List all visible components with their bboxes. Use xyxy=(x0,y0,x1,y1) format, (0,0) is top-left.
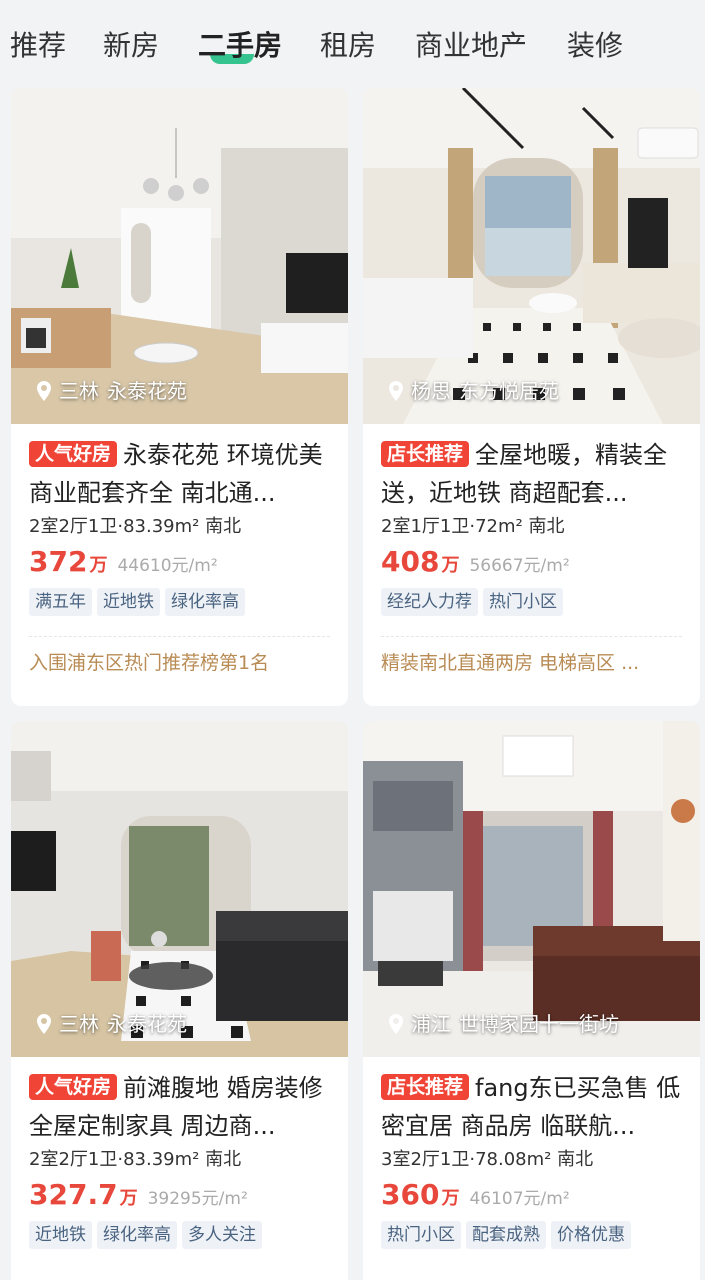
unit-price: 39295元/m² xyxy=(147,1189,248,1209)
total-price: 360 xyxy=(381,1178,440,1211)
listing-attributes: 2室1厅1卫·72m² 南北 xyxy=(381,516,565,537)
district-name: 三林 xyxy=(59,1012,99,1036)
location-pin-icon xyxy=(37,1014,51,1034)
tab-new-homes[interactable]: 新房 xyxy=(103,26,159,66)
price-row: 327.7 万 39295元/m² xyxy=(11,1175,348,1215)
tag: 热门小区 xyxy=(381,1221,461,1249)
listing-title: 人气好房 前滩腹地 婚房装修 全屋定制家具 周边商... xyxy=(11,1057,348,1145)
community-name: 世博家园十一街坊 xyxy=(459,1012,619,1036)
listing-photo[interactable]: 三林 永泰花苑 xyxy=(11,88,348,424)
listing-card[interactable]: 浦江 世博家园十一街坊 店长推荐 fang东已买急售 低密宜居 商品房 临联航..… xyxy=(363,721,700,1280)
district-name: 杨思 xyxy=(411,379,451,403)
listing-photo[interactable]: 三林 永泰花苑 xyxy=(11,721,348,1057)
listing-photo[interactable]: 杨思 东方悦居苑 xyxy=(363,88,700,424)
listing-card[interactable]: 三林 永泰花苑 人气好房 永泰花苑 环境优美 商业配套齐全 南北通... 2室2厅… xyxy=(11,88,348,706)
tab-second-hand[interactable]: 二手房 xyxy=(198,26,282,66)
listing-title: 店长推荐 fang东已买急售 低密宜居 商品房 临联航... xyxy=(363,1057,700,1145)
tag: 经纪人力荐 xyxy=(381,588,478,616)
community-name: 永泰花苑 xyxy=(107,1012,187,1036)
unit-price: 46107元/m² xyxy=(469,1189,570,1209)
tag: 满五年 xyxy=(29,588,92,616)
total-price: 372 xyxy=(29,545,88,578)
badge: 人气好房 xyxy=(29,441,118,467)
location-label: 浦江 世博家园十一街坊 xyxy=(387,1011,619,1037)
location-label: 三林 永泰花苑 xyxy=(35,1011,187,1037)
location-pin-icon xyxy=(37,381,51,401)
badge: 人气好房 xyxy=(29,1074,118,1100)
tag-list: 热门小区 配套成熟 价格优惠 xyxy=(363,1215,700,1255)
tag-list: 经纪人力荐 热门小区 xyxy=(363,582,700,622)
listing-card[interactable]: 三林 永泰花苑 人气好房 前滩腹地 婚房装修 全屋定制家具 周边商... 2室2厅… xyxy=(11,721,348,1280)
price-unit: 万 xyxy=(441,1188,460,1209)
price-unit: 万 xyxy=(119,1188,138,1209)
price-row: 408 万 56667元/m² xyxy=(363,542,700,582)
tag: 近地铁 xyxy=(97,588,160,616)
location-pin-icon xyxy=(389,381,403,401)
location-pin-icon xyxy=(389,1014,403,1034)
tag-list: 满五年 近地铁 绿化率高 xyxy=(11,582,348,622)
tag: 绿化率高 xyxy=(165,588,245,616)
total-price: 327.7 xyxy=(29,1178,118,1211)
total-price: 408 xyxy=(381,545,440,578)
tab-rent[interactable]: 租房 xyxy=(320,26,376,66)
listing-attributes: 2室2厅1卫·83.39m² 南北 xyxy=(29,516,242,537)
tag: 热门小区 xyxy=(483,588,563,616)
tag: 近地铁 xyxy=(29,1221,92,1249)
tag: 价格优惠 xyxy=(551,1221,631,1249)
listing-attributes: 3室2厅1卫·78.08m² 南北 xyxy=(381,1149,594,1170)
badge: 店长推荐 xyxy=(381,1074,470,1100)
unit-price: 56667元/m² xyxy=(469,556,570,576)
tag: 配套成熟 xyxy=(466,1221,546,1249)
tab-commercial[interactable]: 商业地产 xyxy=(415,26,527,66)
recommend-text[interactable]: 入围浦东区热门推荐榜第1名 xyxy=(29,636,330,677)
community-name: 东方悦居苑 xyxy=(459,379,559,403)
listing-title: 人气好房 永泰花苑 环境优美 商业配套齐全 南北通... xyxy=(11,424,348,512)
listing-title: 店长推荐 全屋地暖，精装全送，近地铁 商超配套... xyxy=(363,424,700,512)
unit-price: 44610元/m² xyxy=(117,556,218,576)
price-row: 372 万 44610元/m² xyxy=(11,542,348,582)
location-label: 杨思 东方悦居苑 xyxy=(387,378,559,404)
price-unit: 万 xyxy=(441,555,460,576)
district-name: 三林 xyxy=(59,379,99,403)
community-name: 永泰花苑 xyxy=(107,379,187,403)
tag: 多人关注 xyxy=(182,1221,262,1249)
tag-list: 近地铁 绿化率高 多人关注 xyxy=(11,1215,348,1255)
district-name: 浦江 xyxy=(411,1012,451,1036)
category-tab-bar: 推荐 新房 二手房 租房 商业地产 装修 xyxy=(0,0,705,86)
price-row: 360 万 46107元/m² xyxy=(363,1175,700,1215)
listing-photo[interactable]: 浦江 世博家园十一街坊 xyxy=(363,721,700,1057)
listing-card[interactable]: 杨思 东方悦居苑 店长推荐 全屋地暖，精装全送，近地铁 商超配套... 2室1厅1… xyxy=(363,88,700,706)
tab-decoration[interactable]: 装修 xyxy=(567,26,623,66)
badge: 店长推荐 xyxy=(381,441,470,467)
tab-recommend[interactable]: 推荐 xyxy=(10,26,66,66)
recommend-text[interactable]: 精装南北直通两房 电梯高区 ... xyxy=(381,636,682,677)
tag: 绿化率高 xyxy=(97,1221,177,1249)
location-label: 三林 永泰花苑 xyxy=(35,378,187,404)
listing-attributes: 2室2厅1卫·83.39m² 南北 xyxy=(29,1149,242,1170)
price-unit: 万 xyxy=(89,555,108,576)
